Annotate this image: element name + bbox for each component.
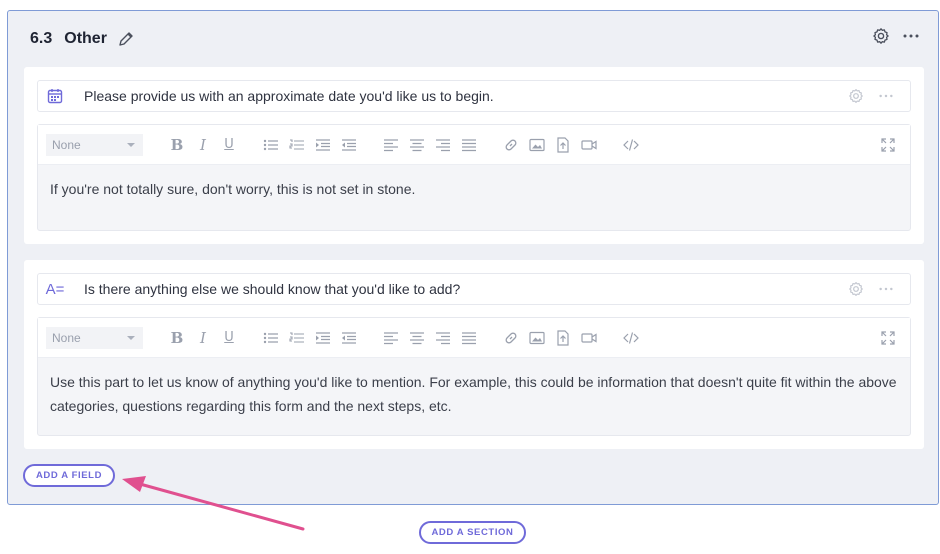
bullet-list-icon[interactable]	[263, 137, 279, 153]
list-group	[263, 137, 357, 153]
question-row[interactable]: A= Is there anything else we should know…	[37, 273, 911, 305]
question-actions	[848, 281, 894, 297]
align-group	[383, 137, 477, 153]
section-title: Other	[64, 30, 107, 47]
text-field-icon: A=	[38, 281, 72, 298]
align-left-icon[interactable]	[383, 137, 399, 153]
add-field-button[interactable]: ADD A FIELD	[23, 464, 115, 487]
format-select[interactable]: None	[46, 133, 143, 156]
code-group	[623, 330, 639, 346]
video-icon[interactable]	[581, 330, 597, 346]
expand-icon[interactable]	[880, 330, 896, 346]
question-row[interactable]: Please provide us with an approximate da…	[37, 80, 911, 112]
rich-text-editor[interactable]: None B I U	[37, 317, 911, 436]
indent-icon[interactable]	[315, 330, 331, 346]
more-horizontal-icon[interactable]	[878, 88, 894, 104]
more-horizontal-icon[interactable]	[878, 281, 894, 297]
more-horizontal-icon[interactable]	[902, 27, 920, 45]
image-icon[interactable]	[529, 137, 545, 153]
align-justify-icon[interactable]	[461, 137, 477, 153]
code-icon[interactable]	[623, 137, 639, 153]
file-upload-icon[interactable]	[555, 136, 571, 153]
bold-icon[interactable]: B	[169, 329, 185, 347]
gear-icon[interactable]	[848, 88, 864, 104]
calendar-icon	[38, 88, 72, 104]
outdent-icon[interactable]	[341, 330, 357, 346]
align-group	[383, 330, 477, 346]
underline-icon[interactable]: U	[221, 137, 237, 153]
pencil-icon[interactable]	[117, 30, 135, 48]
question-text[interactable]: Is there anything else we should know th…	[84, 281, 848, 297]
section-actions	[872, 27, 920, 45]
code-group	[623, 137, 639, 153]
code-icon[interactable]	[623, 330, 639, 346]
link-icon[interactable]	[503, 137, 519, 153]
chevron-down-icon	[127, 335, 135, 340]
gear-icon[interactable]	[848, 281, 864, 297]
chevron-down-icon	[127, 142, 135, 147]
section-panel: 6.3 Other Please provide us with an appr…	[7, 10, 939, 505]
section-header: 6.3 Other	[30, 26, 135, 52]
editor-content[interactable]: If you're not totally sure, don't worry,…	[38, 165, 910, 213]
gear-icon[interactable]	[872, 27, 890, 45]
align-center-icon[interactable]	[409, 137, 425, 153]
field-card-text: A= Is there anything else we should know…	[24, 260, 924, 449]
align-center-icon[interactable]	[409, 330, 425, 346]
expand-icon[interactable]	[880, 137, 896, 153]
rich-text-editor[interactable]: None B I U	[37, 124, 911, 231]
editor-content[interactable]: Use this part to let us know of anything…	[38, 358, 910, 430]
format-select[interactable]: None	[46, 326, 143, 349]
indent-icon[interactable]	[315, 137, 331, 153]
bold-icon[interactable]: B	[169, 136, 185, 154]
text-field-icon-label: A=	[45, 280, 65, 298]
add-section-button[interactable]: ADD A SECTION	[419, 521, 526, 544]
file-upload-icon[interactable]	[555, 329, 571, 346]
align-justify-icon[interactable]	[461, 330, 477, 346]
underline-icon[interactable]: U	[221, 330, 237, 346]
italic-icon[interactable]: I	[195, 136, 211, 154]
editor-toolbar: None B I U	[38, 318, 910, 358]
insert-group	[503, 329, 597, 346]
question-text[interactable]: Please provide us with an approximate da…	[84, 88, 848, 104]
question-actions	[848, 88, 894, 104]
video-icon[interactable]	[581, 137, 597, 153]
italic-icon[interactable]: I	[195, 329, 211, 347]
section-number: 6.3	[30, 30, 53, 47]
numbered-list-icon[interactable]	[289, 330, 305, 346]
align-right-icon[interactable]	[435, 330, 451, 346]
text-style-group: B I U	[169, 136, 237, 154]
align-right-icon[interactable]	[435, 137, 451, 153]
text-style-group: B I U	[169, 329, 237, 347]
bullet-list-icon[interactable]	[263, 330, 279, 346]
format-select-value: None	[52, 330, 81, 345]
insert-group	[503, 136, 597, 153]
field-card-date: Please provide us with an approximate da…	[24, 67, 924, 244]
image-icon[interactable]	[529, 330, 545, 346]
list-group	[263, 330, 357, 346]
link-icon[interactable]	[503, 330, 519, 346]
outdent-icon[interactable]	[341, 137, 357, 153]
format-select-value: None	[52, 137, 81, 152]
numbered-list-icon[interactable]	[289, 137, 305, 153]
editor-toolbar: None B I U	[38, 125, 910, 165]
align-left-icon[interactable]	[383, 330, 399, 346]
